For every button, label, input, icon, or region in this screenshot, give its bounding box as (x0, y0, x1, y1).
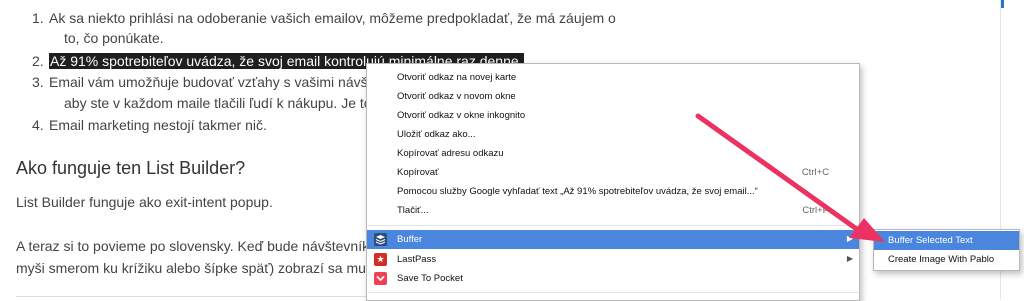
menu-item-print[interactable]: Tlačiť... Ctrl+P (367, 201, 859, 220)
menu-item-label: Kopírovať (397, 167, 439, 178)
menu-item-label: Pomocou služby Google vyhľadať text „Až … (397, 186, 758, 197)
paragraph: myši smerom ku krížiku alebo šípke späť)… (16, 260, 384, 276)
submenu-arrow-icon: ▶ (846, 234, 853, 243)
list-number: 3. (32, 74, 44, 90)
menu-item-open-incognito[interactable]: Otvoriť odkaz v okne inkognito (367, 106, 859, 125)
shortcut-label: Ctrl+C (801, 167, 829, 178)
menu-separator (368, 292, 858, 293)
menu-item-label: Otvoriť odkaz v novom okne (397, 91, 516, 102)
menu-item-open-new-tab[interactable]: Otvoriť odkaz na novej karte (367, 68, 859, 87)
menu-item-label: Otvoriť odkaz v okne inkognito (397, 110, 526, 121)
menu-item-save-link[interactable]: Uložiť odkaz ako... (367, 125, 859, 144)
submenu-item-buffer-selected-text[interactable]: Buffer Selected Text (874, 231, 1019, 250)
menu-item-save-to-pocket[interactable]: Save To Pocket (367, 269, 859, 288)
list-item-text: Ak sa niekto prihlási na odoberanie vaši… (49, 10, 616, 26)
menu-separator (368, 225, 858, 226)
menu-item-google-search[interactable]: Pomocou služby Google vyhľadať text „Až … (367, 182, 859, 201)
submenu-item-label: Buffer Selected Text (888, 235, 973, 246)
menu-item-label: Kopírovať adresu odkazu (397, 148, 504, 159)
lastpass-icon (374, 253, 387, 266)
paragraph: List Builder funguje ako exit-intent pop… (16, 194, 273, 210)
menu-item-lastpass[interactable]: LastPass ▶ (367, 250, 859, 269)
list-item-text: Email marketing nestojí takmer nič. (49, 117, 267, 133)
list-number: 1. (32, 10, 44, 26)
menu-item-label: Buffer (397, 234, 423, 245)
list-number: 4. (32, 117, 44, 133)
menu-item-label: Save To Pocket (397, 273, 463, 284)
menu-item-label: LastPass (397, 254, 437, 265)
section-heading: Ako funguje ten List Builder? (16, 158, 246, 178)
submenu-item-label: Create Image With Pablo (888, 254, 995, 265)
context-menu: Otvoriť odkaz na novej karte Otvoriť odk… (366, 63, 860, 301)
menu-item-copy-link-address[interactable]: Kopírovať adresu odkazu (367, 144, 859, 163)
list-item-text: aby ste v každom maile tlačili ľudí k ná… (64, 95, 399, 111)
menu-item-open-new-window[interactable]: Otvoriť odkaz v novom okne (367, 87, 859, 106)
menu-item-label: Uložiť odkaz ako... (397, 129, 476, 140)
paragraph: A teraz si to povieme po slovensky. Keď … (16, 238, 381, 254)
list-item-text: to, čo ponúkate. (64, 30, 164, 46)
buffer-icon (374, 233, 387, 246)
shortcut-label: Ctrl+P (802, 205, 829, 216)
submenu-item-create-image-pablo[interactable]: Create Image With Pablo (874, 250, 1019, 269)
menu-item-label: Otvoriť odkaz na novej karte (397, 72, 517, 83)
scrollbar-marker (1001, 0, 1004, 8)
pocket-icon (374, 272, 387, 285)
menu-item-copy[interactable]: Kopírovať Ctrl+C (367, 163, 859, 182)
buffer-submenu: Buffer Selected Text Create Image With P… (873, 229, 1020, 271)
menu-item-label: Tlačiť... (397, 205, 429, 216)
menu-item-buffer[interactable]: Buffer ▶ (367, 230, 859, 249)
list-item-text: Email vám umožňuje budovať vzťahy s vaši… (49, 74, 387, 90)
submenu-arrow-icon: ▶ (846, 254, 853, 263)
list-number: 2. (32, 53, 44, 69)
